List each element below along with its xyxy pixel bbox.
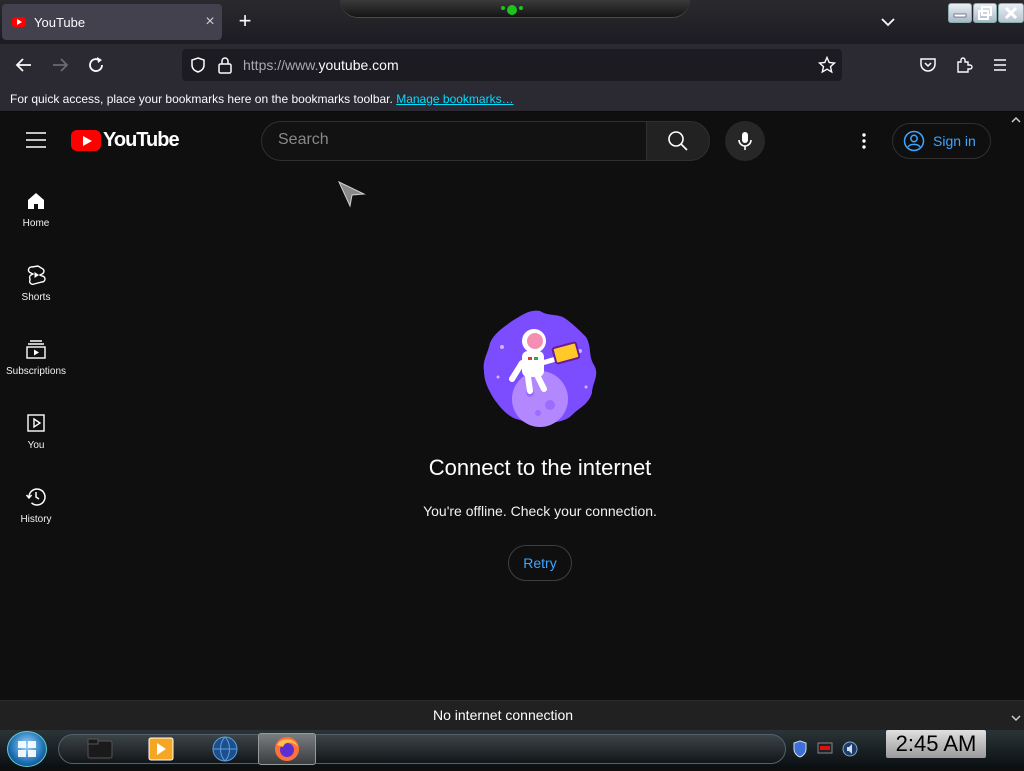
close-window-button[interactable] xyxy=(998,3,1024,23)
reload-button[interactable] xyxy=(85,54,107,76)
hamburger-menu-icon xyxy=(994,59,1006,71)
address-bar[interactable]: https://www.youtube.com xyxy=(182,49,842,81)
youtube-logo-text: YouTube xyxy=(103,129,180,151)
media-player-icon xyxy=(148,737,174,761)
arrow-right-icon xyxy=(53,58,69,72)
sign-in-button[interactable]: Sign in xyxy=(892,123,991,159)
new-tab-button[interactable]: + xyxy=(234,10,256,32)
shorts-icon xyxy=(27,265,46,285)
bookmarks-hint-text: For quick access, place your bookmarks h… xyxy=(10,92,393,106)
home-icon xyxy=(28,193,44,209)
tab-title: YouTube xyxy=(34,14,86,30)
history-icon xyxy=(25,488,46,506)
globe-icon xyxy=(212,736,238,762)
pocket-button[interactable] xyxy=(917,54,939,76)
mini-guide: Home Shorts Subscriptions You History xyxy=(0,182,72,552)
tracking-protection-shield-icon[interactable] xyxy=(189,56,207,74)
puzzle-icon xyxy=(957,57,973,73)
youtube-favicon-icon xyxy=(12,17,26,27)
system-tray xyxy=(792,740,858,758)
tab-bar: YouTube × + xyxy=(0,0,1024,44)
you-icon xyxy=(27,414,45,432)
search-box[interactable] xyxy=(261,121,647,161)
guide-item-subscriptions[interactable]: Subscriptions xyxy=(0,330,72,404)
guide-item-label: Shorts xyxy=(21,292,51,303)
guide-item-label: Subscriptions xyxy=(5,366,67,377)
taskbar-item-media-player[interactable] xyxy=(139,733,183,765)
retry-button[interactable]: Retry xyxy=(508,545,572,581)
guide-item-shorts[interactable]: Shorts xyxy=(0,256,72,330)
offline-message-panel: Connect to the internet You're offline. … xyxy=(380,307,700,581)
lock-icon[interactable] xyxy=(217,56,233,74)
bookmarks-toolbar-message: For quick access, place your bookmarks h… xyxy=(10,92,514,106)
guide-item-label: History xyxy=(20,514,52,525)
voice-search-button[interactable] xyxy=(725,121,765,161)
taskbar-item-firefox[interactable] xyxy=(258,733,316,765)
navigation-toolbar: https://www.youtube.com xyxy=(0,44,1024,86)
extensions-button[interactable] xyxy=(953,54,975,76)
microphone-icon xyxy=(738,132,752,150)
back-button[interactable] xyxy=(13,54,35,76)
offline-title: Connect to the internet xyxy=(428,455,652,480)
network-disconnected-icon[interactable] xyxy=(816,740,834,756)
start-menu-button[interactable] xyxy=(7,731,47,767)
no-connection-text: No internet connection xyxy=(433,707,574,723)
taskbar-clock[interactable]: 2:45 AM xyxy=(886,730,986,758)
restore-icon xyxy=(978,6,992,20)
connection-status-bar: No internet connection xyxy=(0,700,1024,730)
settings-more-button[interactable] xyxy=(854,131,874,151)
app-menu-button[interactable] xyxy=(989,54,1011,76)
youtube-logo[interactable]: YouTube xyxy=(71,129,180,152)
folder-icon xyxy=(87,738,113,759)
tab-close-button[interactable]: × xyxy=(198,13,222,31)
search-icon xyxy=(668,131,688,151)
guide-item-label: Home xyxy=(22,218,50,229)
mouse-cursor-icon xyxy=(338,180,366,208)
search-input[interactable] xyxy=(278,131,628,149)
pocket-icon xyxy=(920,58,936,72)
account-circle-icon xyxy=(903,130,925,152)
scroll-up-chevron-icon[interactable] xyxy=(1010,114,1022,126)
maximize-button[interactable] xyxy=(973,3,997,23)
taskbar-item-globe[interactable] xyxy=(203,733,247,765)
vertical-dots-icon xyxy=(862,133,866,149)
guide-item-home[interactable]: Home xyxy=(0,182,72,256)
bookmarks-toolbar: For quick access, place your bookmarks h… xyxy=(0,86,1024,112)
forward-button[interactable] xyxy=(49,54,71,76)
url-domain: youtube.com xyxy=(318,57,399,73)
guide-item-label: You xyxy=(27,440,45,451)
subscriptions-icon xyxy=(26,340,46,359)
windows-logo-icon xyxy=(18,741,36,757)
bookmark-star-icon[interactable] xyxy=(818,56,836,74)
guide-item-you[interactable]: You xyxy=(0,404,72,478)
youtube-page: YouTube Sign in Home Shorts Subscription… xyxy=(0,112,1024,700)
url-scheme: https://www. xyxy=(243,57,319,73)
taskbar-item-folder[interactable] xyxy=(78,733,122,765)
window-controls xyxy=(948,3,1024,23)
security-shield-icon[interactable] xyxy=(792,740,808,758)
manage-bookmarks-link[interactable]: Manage bookmarks… xyxy=(396,92,513,106)
minimize-button[interactable] xyxy=(948,3,972,23)
close-icon xyxy=(1004,6,1018,20)
youtube-play-logo-icon xyxy=(71,130,101,151)
scroll-down-chevron-icon[interactable] xyxy=(1010,712,1022,724)
offline-description: You're offline. Check your connection. xyxy=(423,503,657,519)
guide-item-history[interactable]: History xyxy=(0,478,72,552)
guide-menu-icon[interactable] xyxy=(26,132,46,148)
reload-icon xyxy=(89,57,103,72)
arrow-left-icon xyxy=(15,58,31,72)
search-button[interactable] xyxy=(646,121,710,161)
tab-youtube[interactable]: YouTube × xyxy=(2,4,222,40)
volume-icon[interactable] xyxy=(842,740,858,758)
sign-in-label: Sign in xyxy=(933,133,976,149)
frame-indicator-icon xyxy=(501,5,523,15)
url-text[interactable]: https://www.youtube.com xyxy=(243,57,399,73)
firefox-icon xyxy=(275,737,299,761)
minimize-icon xyxy=(953,13,967,18)
list-all-tabs-chevron-down-icon[interactable] xyxy=(878,12,898,32)
offline-astronaut-illustration-icon xyxy=(483,310,597,427)
